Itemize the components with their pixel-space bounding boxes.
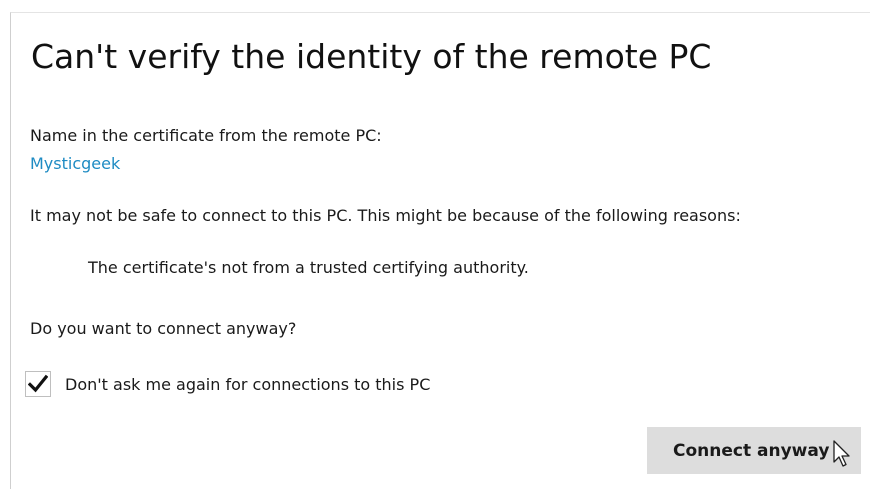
dont-ask-again-checkbox[interactable] [25, 371, 51, 397]
connect-anyway-button[interactable]: Connect anyway [647, 427, 861, 474]
dont-ask-again-label[interactable]: Don't ask me again for connections to th… [65, 375, 430, 394]
warning-message: It may not be safe to connect to this PC… [30, 206, 741, 225]
warning-reason: The certificate's not from a trusted cer… [88, 258, 529, 277]
dont-ask-again-row[interactable]: Don't ask me again for connections to th… [25, 371, 430, 397]
checkmark-icon [28, 374, 48, 393]
connect-question: Do you want to connect anyway? [30, 319, 297, 338]
dialog-title: Can't verify the identity of the remote … [31, 37, 712, 76]
certificate-name-label: Name in the certificate from the remote … [30, 126, 382, 145]
certificate-name-value: Mysticgeek [30, 154, 121, 173]
certificate-warning-dialog: Can't verify the identity of the remote … [10, 12, 870, 489]
